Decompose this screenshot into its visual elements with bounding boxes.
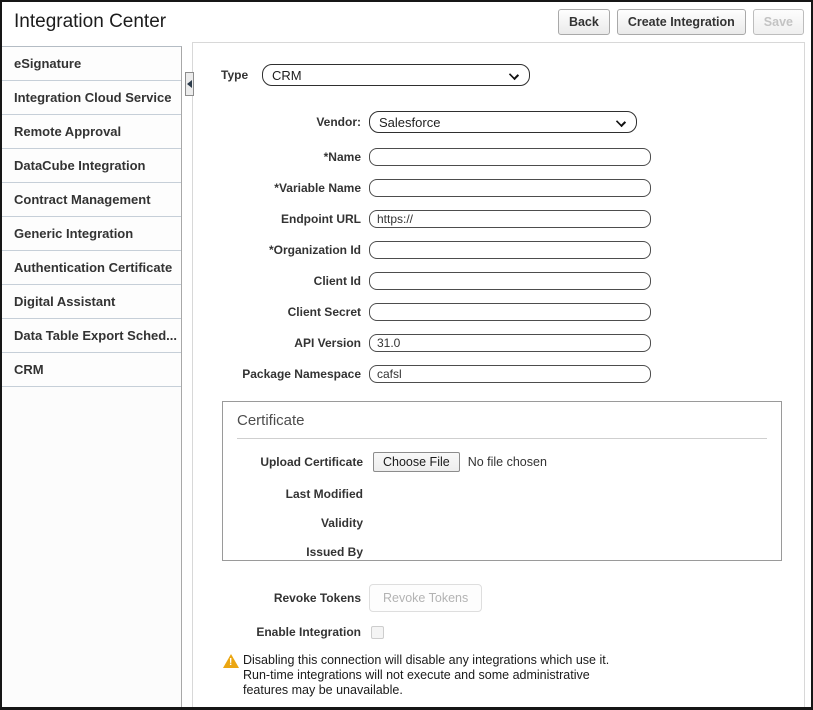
sidebar-item-datacube-integration[interactable]: DataCube Integration bbox=[2, 149, 181, 183]
upload-certificate-label: Upload Certificate bbox=[237, 455, 363, 469]
client-id-label: Client Id bbox=[196, 274, 361, 288]
last-modified-label: Last Modified bbox=[237, 487, 363, 501]
sidebar-item-authentication-certificate[interactable]: Authentication Certificate bbox=[2, 251, 181, 285]
sidebar-item-remote-approval[interactable]: Remote Approval bbox=[2, 115, 181, 149]
organization-id-row: *Organization Id bbox=[196, 241, 804, 259]
sidebar-item-contract-management[interactable]: Contract Management bbox=[2, 183, 181, 217]
type-row: Type CRM bbox=[196, 64, 804, 86]
validity-row: Validity bbox=[237, 516, 767, 530]
warning-text: Disabling this connection will disable a… bbox=[243, 653, 625, 697]
choose-file-button[interactable]: Choose File bbox=[373, 452, 460, 472]
client-id-row: Client Id bbox=[196, 272, 804, 290]
api-version-row: API Version bbox=[196, 334, 804, 352]
header: Integration Center Back Create Integrati… bbox=[2, 2, 811, 42]
name-label: *Name bbox=[196, 150, 361, 164]
sidebar-item-integration-cloud-service[interactable]: Integration Cloud Service bbox=[2, 81, 181, 115]
endpoint-url-label: Endpoint URL bbox=[196, 212, 361, 226]
sidebar-item-digital-assistant[interactable]: Digital Assistant bbox=[2, 285, 181, 319]
variable-name-input[interactable] bbox=[369, 179, 651, 197]
revoke-tokens-row: Revoke Tokens Revoke Tokens bbox=[196, 584, 804, 612]
client-secret-row: Client Secret bbox=[196, 303, 804, 321]
api-version-input[interactable] bbox=[369, 334, 651, 352]
sidebar-item-crm[interactable]: CRM bbox=[2, 353, 181, 387]
crm-integration-form: Type CRM Vendor: Salesforce *Name bbox=[193, 43, 804, 697]
organization-id-label: *Organization Id bbox=[196, 243, 361, 257]
name-row: *Name bbox=[196, 148, 804, 166]
variable-name-row: *Variable Name bbox=[196, 179, 804, 197]
chevron-down-icon bbox=[616, 117, 626, 127]
back-button[interactable]: Back bbox=[558, 9, 610, 35]
type-select-value: CRM bbox=[272, 68, 302, 83]
type-label: Type bbox=[196, 68, 262, 82]
chevron-down-icon bbox=[509, 70, 519, 80]
integration-center-window: Integration Center Back Create Integrati… bbox=[0, 0, 813, 710]
client-secret-label: Client Secret bbox=[196, 305, 361, 319]
issued-by-label: Issued By bbox=[237, 545, 363, 559]
vendor-label: Vendor: bbox=[196, 115, 361, 129]
body: eSignature Integration Cloud Service Rem… bbox=[2, 42, 811, 710]
name-input[interactable] bbox=[369, 148, 651, 166]
revoke-tokens-button[interactable]: Revoke Tokens bbox=[369, 584, 482, 612]
upload-certificate-row: Upload Certificate Choose File No file c… bbox=[237, 452, 767, 472]
validity-label: Validity bbox=[237, 516, 363, 530]
enable-integration-checkbox[interactable] bbox=[371, 626, 384, 639]
warning-icon: ! bbox=[223, 654, 239, 668]
vendor-select-value: Salesforce bbox=[379, 115, 440, 130]
create-integration-button[interactable]: Create Integration bbox=[617, 9, 746, 35]
endpoint-url-input[interactable] bbox=[369, 210, 651, 228]
certificate-divider bbox=[237, 438, 767, 439]
client-id-input[interactable] bbox=[369, 272, 651, 290]
enable-integration-label: Enable Integration bbox=[196, 625, 361, 639]
page-title: Integration Center bbox=[14, 11, 551, 33]
revoke-tokens-label: Revoke Tokens bbox=[196, 591, 361, 605]
certificate-section-title: Certificate bbox=[237, 410, 767, 429]
api-version-label: API Version bbox=[196, 336, 361, 350]
client-secret-input[interactable] bbox=[369, 303, 651, 321]
collapse-left-arrow-icon bbox=[187, 80, 192, 88]
organization-id-input[interactable] bbox=[369, 241, 651, 259]
sidebar-item-data-table-export-scheduler[interactable]: Data Table Export Sched... bbox=[2, 319, 181, 353]
file-status-text: No file chosen bbox=[468, 455, 547, 469]
vendor-select[interactable]: Salesforce bbox=[369, 111, 637, 133]
last-modified-row: Last Modified bbox=[237, 487, 767, 501]
disable-warning: ! Disabling this connection will disable… bbox=[196, 653, 804, 697]
issued-by-row: Issued By bbox=[237, 545, 767, 559]
save-button[interactable]: Save bbox=[753, 9, 804, 35]
variable-name-label: *Variable Name bbox=[196, 181, 361, 195]
sidebar-item-generic-integration[interactable]: Generic Integration bbox=[2, 217, 181, 251]
sidebar-collapse-handle[interactable] bbox=[185, 72, 194, 96]
package-namespace-label: Package Namespace bbox=[196, 367, 361, 381]
certificate-section: Certificate Upload Certificate Choose Fi… bbox=[222, 401, 782, 561]
main-panel: Type CRM Vendor: Salesforce *Name bbox=[192, 42, 805, 710]
endpoint-url-row: Endpoint URL bbox=[196, 210, 804, 228]
type-select[interactable]: CRM bbox=[262, 64, 530, 86]
sidebar-item-esignature[interactable]: eSignature bbox=[2, 47, 181, 81]
package-namespace-input[interactable] bbox=[369, 365, 651, 383]
sidebar: eSignature Integration Cloud Service Rem… bbox=[2, 46, 182, 710]
vendor-row: Vendor: Salesforce bbox=[196, 111, 804, 133]
enable-integration-row: Enable Integration bbox=[196, 625, 804, 639]
package-namespace-row: Package Namespace bbox=[196, 365, 804, 383]
